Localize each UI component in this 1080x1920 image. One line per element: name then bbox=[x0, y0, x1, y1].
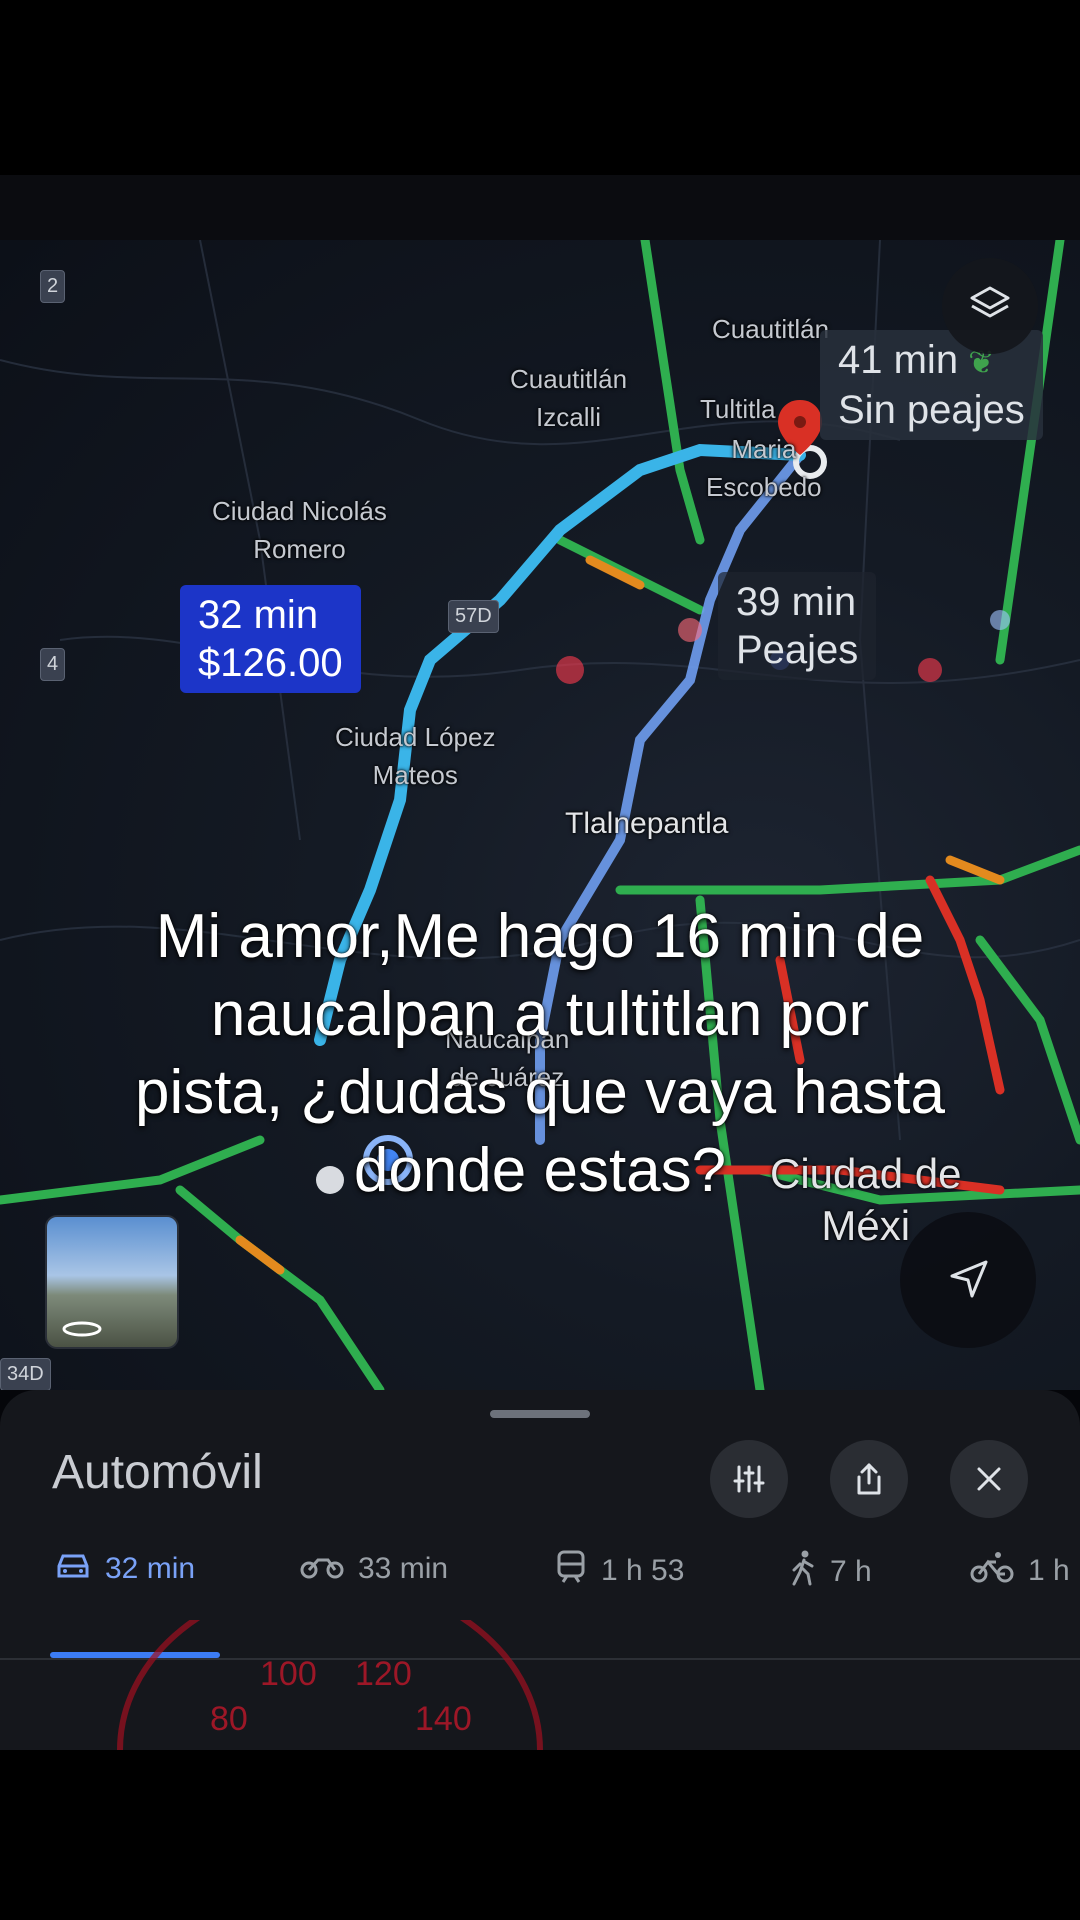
car-icon bbox=[55, 1550, 91, 1588]
tab-transit[interactable]: 1 h 53 bbox=[555, 1550, 684, 1592]
video-caption: Mi amor,Me hago 16 min de naucalpan a tu… bbox=[40, 898, 1040, 1210]
label-tultitlan: Tultitla bbox=[700, 394, 776, 424]
share-icon bbox=[857, 1463, 881, 1495]
route-alt-free-note: Sin peajes bbox=[838, 388, 1025, 432]
route-alt-toll-callout[interactable]: 39 min Peajes bbox=[718, 572, 877, 680]
bottom-black-bar bbox=[0, 1750, 1080, 1920]
route-alt-free-time: 41 min bbox=[838, 338, 959, 382]
route-main-cost: $126.00 bbox=[198, 641, 343, 685]
status-strip bbox=[0, 175, 1080, 240]
highway-shield-57d: 57D bbox=[448, 600, 499, 633]
speed-tick-100: 100 bbox=[260, 1655, 317, 1693]
route-alt-toll-time: 39 min bbox=[736, 580, 857, 624]
bike-icon bbox=[970, 1550, 1014, 1592]
share-button[interactable] bbox=[830, 1440, 908, 1518]
layers-icon bbox=[970, 286, 1010, 318]
speed-tick-120: 120 bbox=[355, 1655, 412, 1693]
tab-walk[interactable]: 7 h bbox=[790, 1550, 872, 1594]
tab-bike[interactable]: 1 h bbox=[970, 1550, 1070, 1592]
speedometer-overlay: 80 100 120 140 bbox=[117, 1620, 543, 1750]
caption-line-1: Mi amor,Me hago 16 min de bbox=[155, 902, 925, 971]
motorcycle-icon bbox=[300, 1550, 344, 1588]
tab-walk-label: 7 h bbox=[830, 1555, 872, 1588]
label-cuautitlan-izcalli: Cuautitlán Izcalli bbox=[510, 364, 628, 432]
highway-shield-4: 4 bbox=[40, 648, 66, 681]
tab-bike-label: 1 h bbox=[1028, 1554, 1070, 1587]
walk-icon bbox=[790, 1550, 816, 1594]
highway-shield-34d: 34D bbox=[0, 1358, 51, 1390]
close-button[interactable] bbox=[950, 1440, 1028, 1518]
label-nicolas-romero: Ciudad Nicolás Romero bbox=[212, 496, 387, 564]
sheet-title: Automóvil bbox=[52, 1446, 263, 1499]
route-main-time: 32 min bbox=[198, 593, 319, 637]
caption-line-3: pista, ¿dudas que vaya hasta bbox=[135, 1058, 945, 1127]
layers-button[interactable] bbox=[942, 258, 1038, 354]
tab-transit-label: 1 h 53 bbox=[601, 1554, 685, 1587]
label-mariano-escobedo: Maria Escobedo bbox=[706, 434, 822, 502]
train-icon bbox=[555, 1550, 587, 1592]
close-icon bbox=[977, 1467, 1001, 1491]
recenter-button[interactable] bbox=[900, 1212, 1036, 1348]
tab-motorcycle-label: 33 min bbox=[358, 1552, 449, 1585]
street-view-rotate-icon bbox=[62, 1321, 102, 1337]
navigation-arrow-icon bbox=[950, 1260, 988, 1298]
tab-car[interactable]: 32 min bbox=[55, 1550, 195, 1588]
highway-shield-2: 2 bbox=[40, 270, 66, 303]
route-main-callout[interactable]: 32 min $126.00 bbox=[180, 585, 361, 693]
street-view-thumbnail[interactable] bbox=[45, 1215, 179, 1349]
label-lopez-mateos: Ciudad López Mateos bbox=[335, 722, 496, 790]
label-tlalnepantla: Tlalnepantla bbox=[565, 807, 729, 840]
label-cuautitlan: Cuautitlán bbox=[712, 314, 830, 344]
speed-tick-80: 80 bbox=[210, 1700, 248, 1738]
sheet-drag-handle[interactable] bbox=[490, 1410, 590, 1418]
route-options-button[interactable] bbox=[710, 1440, 788, 1518]
sliders-icon bbox=[733, 1465, 765, 1493]
tab-car-label: 32 min bbox=[105, 1552, 196, 1585]
speed-tick-140: 140 bbox=[415, 1700, 472, 1738]
tab-motorcycle[interactable]: 33 min bbox=[300, 1550, 448, 1588]
caption-line-4: donde estas? bbox=[353, 1136, 727, 1205]
top-black-bar bbox=[0, 0, 1080, 175]
travel-mode-tabs: 32 min 33 min 1 h 53 7 h 1 h bbox=[0, 1550, 1080, 1620]
route-alt-toll-note: Peajes bbox=[736, 628, 859, 672]
caption-line-2: naucalpan a tultitlan por bbox=[210, 980, 870, 1049]
